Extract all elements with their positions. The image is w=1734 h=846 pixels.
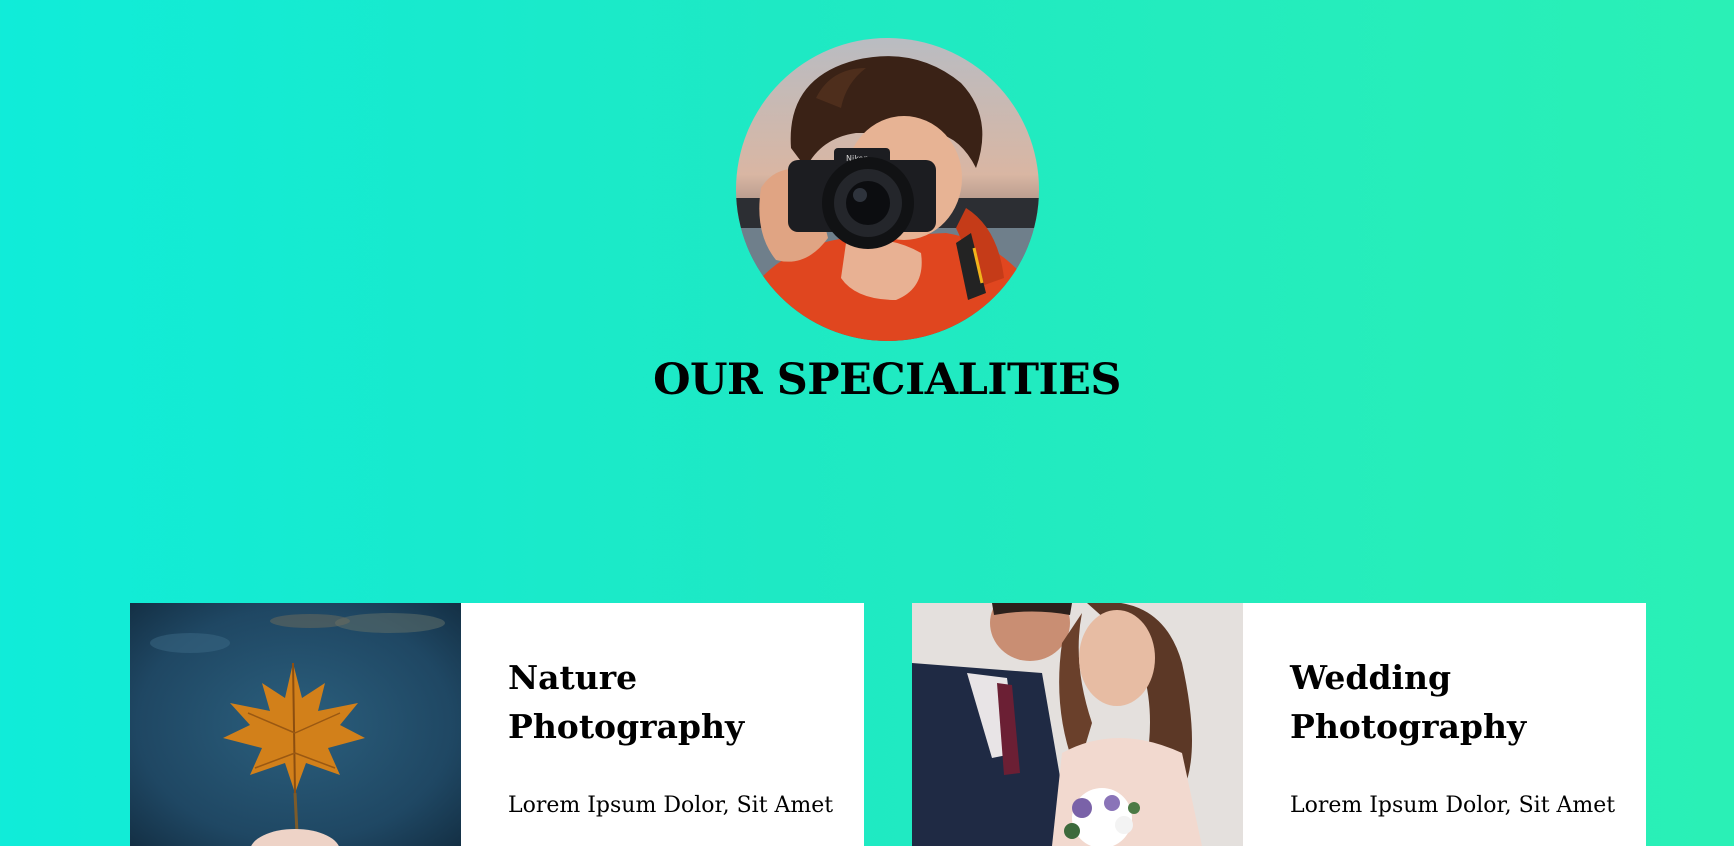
wedding-photography-card[interactable]: Wedding Photography Lorem Ipsum Dolor, S…	[912, 603, 1646, 846]
card-title: Wedding Photography	[1290, 658, 1527, 746]
nature-card-image	[130, 603, 461, 846]
autumn-leaf-photo	[130, 603, 461, 846]
nature-photography-card[interactable]: Nature Photography Lorem Ipsum Dolor, Si…	[130, 603, 864, 846]
photographer-photo: Nikon	[736, 38, 1039, 341]
card-description: Lorem Ipsum Dolor, Sit Amet	[1290, 793, 1616, 818]
section-title: OUR SPECIALITIES	[653, 355, 1121, 405]
hero-photographer-image: Nikon	[736, 38, 1039, 341]
card-title: Nature Photography	[508, 658, 745, 746]
card-description: Lorem Ipsum Dolor, Sit Amet	[508, 793, 834, 818]
wedding-card-image	[912, 603, 1243, 846]
wedding-couple-photo	[912, 603, 1243, 846]
